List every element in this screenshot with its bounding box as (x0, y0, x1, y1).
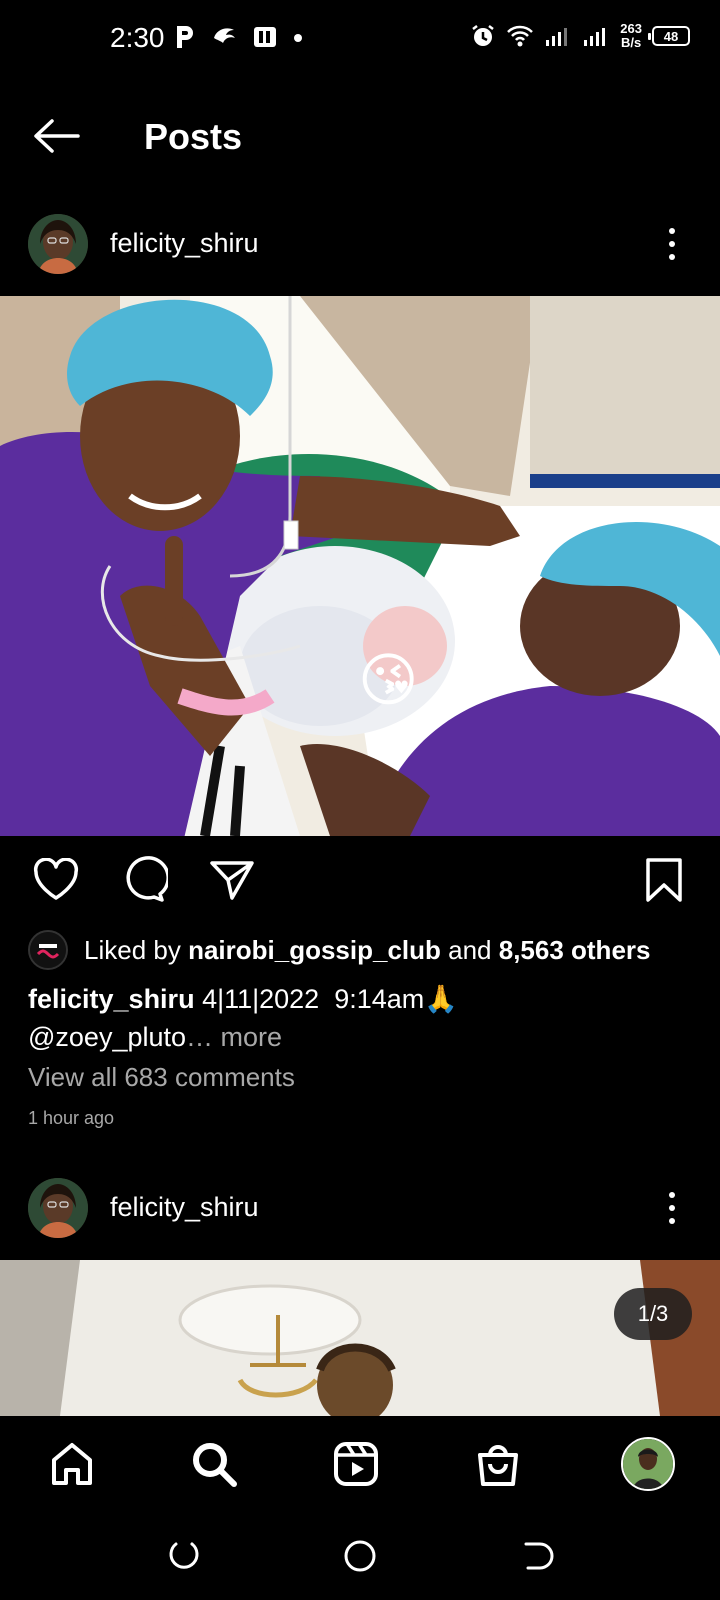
circle-home-icon (344, 1540, 376, 1572)
nav-profile[interactable] (620, 1436, 676, 1492)
signal-1-icon (546, 28, 568, 46)
system-navigation-bar (0, 1512, 720, 1600)
post-actions (0, 852, 720, 912)
save-button[interactable] (636, 852, 692, 908)
profile-avatar-image (623, 1439, 673, 1489)
dot-icon (669, 241, 675, 247)
p-app-icon (177, 26, 193, 48)
liker-logo-icon (30, 932, 66, 968)
post-username[interactable]: felicity_shiru (110, 1192, 259, 1223)
post-caption: felicity_shiru 4|11|2022 9:14am🙏 @zoey_p… (28, 980, 698, 1056)
back-system-button[interactable] (512, 1532, 560, 1580)
network-speed: 263 B/s (620, 21, 642, 50)
avatar-image (28, 214, 88, 274)
pdf-app-icon (254, 27, 276, 47)
post-timestamp: 1 hour ago (28, 1108, 115, 1128)
more-options-button[interactable] (660, 224, 684, 264)
nav-reels[interactable] (328, 1436, 384, 1492)
bird-app-icon (214, 28, 235, 43)
alarm-icon (472, 25, 495, 46)
status-notification-icons (174, 24, 304, 50)
view-comments-link[interactable]: View all 683 comments (28, 1062, 295, 1093)
nav-shop[interactable] (470, 1436, 526, 1492)
app-header: Posts (0, 100, 720, 174)
status-bar: 2:30 263 B/s 48 (0, 0, 720, 80)
profile-avatar (621, 1437, 675, 1491)
post-photo-illustration (0, 296, 720, 836)
bottom-navigation (0, 1416, 720, 1512)
post-username[interactable]: felicity_shiru (110, 228, 259, 259)
dot-icon (669, 228, 675, 234)
back-gesture-icon (524, 1542, 554, 1570)
caption-more-link[interactable]: … more (186, 1022, 282, 1052)
post-header: felicity_shiru (0, 206, 720, 282)
post-photo[interactable]: 😘 (0, 296, 720, 836)
post-photo-illustration (0, 1260, 720, 1416)
recents-button[interactable] (160, 1532, 208, 1580)
like-button[interactable] (28, 852, 84, 908)
comment-button[interactable] (116, 852, 172, 908)
share-button[interactable] (204, 852, 260, 908)
arrow-left-icon (34, 119, 80, 153)
recents-icon (169, 1542, 199, 1569)
paper-plane-icon (210, 861, 254, 900)
liked-by-user[interactable]: nairobi_gossip_club (188, 935, 441, 966)
avatar[interactable] (28, 1178, 88, 1238)
search-icon (193, 1443, 237, 1487)
shopping-bag-icon (478, 1445, 518, 1486)
heart-icon (33, 858, 79, 900)
more-options-button[interactable] (660, 1188, 684, 1228)
post-photo[interactable] (0, 1260, 720, 1416)
caption-username[interactable]: felicity_shiru (28, 984, 195, 1014)
post-header: felicity_shiru (0, 1170, 720, 1246)
avatar-image (28, 1178, 88, 1238)
liked-others-count[interactable]: 8,563 others (499, 935, 651, 966)
page-title: Posts (144, 116, 243, 157)
likes-summary[interactable]: Liked by nairobi_gossip_club and 8,563 o… (28, 930, 650, 970)
status-system-icons: 263 B/s 48 (470, 22, 690, 50)
caption-mention[interactable]: @zoey_pluto (28, 1022, 186, 1052)
nav-home[interactable] (44, 1436, 100, 1492)
dot-icon (294, 34, 302, 42)
liker-avatar (28, 930, 68, 970)
back-button[interactable] (28, 112, 84, 160)
battery-indicator: 48 (648, 26, 690, 46)
signal-2-icon (584, 28, 606, 46)
nav-search[interactable] (186, 1436, 242, 1492)
kiss-emoji-sticker: 😘 (358, 648, 419, 713)
reels-icon (334, 1442, 378, 1486)
home-icon (52, 1443, 92, 1485)
avatar[interactable] (28, 214, 88, 274)
bookmark-icon (646, 858, 682, 902)
carousel-counter: 1/3 (614, 1288, 692, 1340)
dot-icon (669, 1218, 675, 1224)
dot-icon (669, 254, 675, 260)
comment-icon (126, 856, 168, 902)
wifi-icon (507, 25, 534, 47)
caption-text: 4|11|2022 9:14am🙏 (194, 984, 458, 1014)
dot-icon (669, 1205, 675, 1211)
home-button[interactable] (336, 1532, 384, 1580)
dot-icon (669, 1192, 675, 1198)
status-time: 2:30 (110, 22, 165, 53)
